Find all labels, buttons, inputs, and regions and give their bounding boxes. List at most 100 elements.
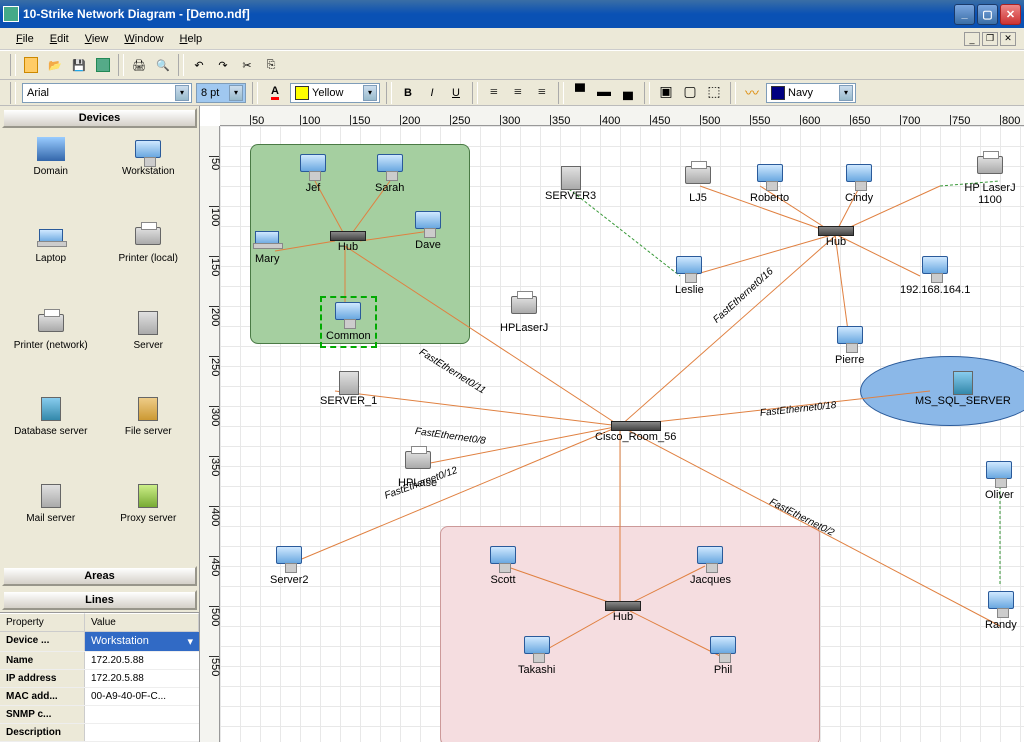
device-db-server[interactable]: Database server [4, 394, 98, 473]
node-hub3[interactable]: Hub [605, 601, 641, 623]
node-cindy[interactable]: Cindy [845, 164, 873, 204]
node-hub2[interactable]: Hub [818, 226, 854, 248]
cut-button[interactable]: ✂ [236, 54, 258, 76]
saveall-button[interactable] [92, 54, 114, 76]
device-workstation[interactable]: Workstation [102, 134, 196, 213]
node-jef[interactable]: Jef [300, 154, 326, 194]
node-hplaserj1100[interactable]: HP LaserJ 1100 [960, 156, 1020, 206]
device-server[interactable]: Server [102, 308, 196, 387]
font-size: 8 pt [201, 87, 229, 99]
line-style-button[interactable]: 〰 [742, 83, 762, 103]
device-printer-local[interactable]: Printer (local) [102, 221, 196, 300]
device-mail-server[interactable]: Mail server [4, 481, 98, 560]
node-common[interactable]: Common [320, 296, 377, 348]
bring-front-button[interactable]: ▣ [656, 83, 676, 103]
main-toolbar: 📂 💾 🖨 🔍 ↶ ↷ ✂ ⎘ [0, 50, 1024, 80]
open-button[interactable]: 📂 [44, 54, 66, 76]
device-proxy-server[interactable]: Proxy server [102, 481, 196, 560]
undo-button[interactable]: ↶ [188, 54, 210, 76]
node-jacques[interactable]: Jacques [690, 546, 731, 586]
node-hplase[interactable]: HPLase [398, 451, 437, 489]
save-button[interactable]: 💾 [68, 54, 90, 76]
node-mssql[interactable]: MS_SQL_SERVER [915, 371, 1011, 407]
redo-button[interactable]: ↷ [212, 54, 234, 76]
maximize-button[interactable]: ▢ [977, 4, 998, 25]
sidebar: Devices Domain Workstation Laptop Printe… [0, 106, 200, 742]
node-phil[interactable]: Phil [710, 636, 736, 676]
group-button[interactable]: ⬚ [704, 83, 724, 103]
prop-header-key[interactable]: Property [0, 613, 85, 631]
menu-help[interactable]: Help [172, 31, 211, 47]
menu-window[interactable]: Window [116, 31, 171, 47]
mdi-restore[interactable]: ❐ [982, 32, 998, 46]
copy-button[interactable]: ⎘ [260, 54, 282, 76]
menu-edit[interactable]: Edit [42, 31, 77, 47]
device-domain[interactable]: Domain [4, 134, 98, 213]
chevron-down-icon[interactable]: ▾ [175, 85, 189, 101]
node-oliver[interactable]: Oliver [985, 461, 1014, 501]
prop-header-val[interactable]: Value [85, 613, 199, 631]
minimize-button[interactable]: _ [954, 4, 975, 25]
font-combo[interactable]: Arial ▾ [22, 83, 192, 103]
new-button[interactable] [20, 54, 42, 76]
node-roberto[interactable]: Roberto [750, 164, 789, 204]
device-printer-network[interactable]: Printer (network) [4, 308, 98, 387]
node-cisco[interactable]: Cisco_Room_56 [595, 421, 676, 443]
mdi-minimize[interactable]: _ [964, 32, 980, 46]
devices-panel-header[interactable]: Devices [2, 108, 197, 128]
line-color-combo[interactable]: Navy ▾ [766, 83, 856, 103]
chevron-down-icon[interactable]: ▾ [839, 85, 853, 101]
valign-top-button[interactable]: ▀ [570, 83, 590, 103]
node-server2[interactable]: Server2 [270, 546, 309, 586]
prop-row[interactable]: Description [0, 724, 199, 742]
title-bar: 10-Strike Network Diagram - [Demo.ndf] _… [0, 0, 1024, 28]
underline-button[interactable]: U [446, 83, 466, 103]
node-server1[interactable]: SERVER_1 [320, 371, 377, 407]
italic-button[interactable]: I [422, 83, 442, 103]
window-title: 10-Strike Network Diagram - [Demo.ndf] [23, 7, 954, 21]
print-button[interactable]: 🖨 [128, 54, 150, 76]
valign-mid-button[interactable]: ▬ [594, 83, 614, 103]
node-server3[interactable]: SERVER3 [545, 166, 596, 202]
align-right-button[interactable]: ≡ [532, 83, 552, 103]
node-pierre[interactable]: Pierre [835, 326, 864, 366]
node-lj5[interactable]: LJ5 [685, 166, 711, 204]
diagram-canvas[interactable]: FastEthernet0/11 FastEthernet0/8 FastEth… [220, 126, 1024, 742]
prop-row[interactable]: Device ...Workstation ▾ [0, 632, 199, 652]
fontsize-combo[interactable]: 8 pt ▾ [196, 83, 246, 103]
prop-row[interactable]: SNMP c... [0, 706, 199, 724]
device-laptop[interactable]: Laptop [4, 221, 98, 300]
chevron-down-icon[interactable]: ▾ [363, 85, 377, 101]
prop-row[interactable]: Name172.20.5.88 [0, 652, 199, 670]
prop-row[interactable]: IP address172.20.5.88 [0, 670, 199, 688]
device-file-server[interactable]: File server [102, 394, 196, 473]
prop-row[interactable]: MAC add...00-A9-40-0F-C... [0, 688, 199, 706]
valign-bot-button[interactable]: ▄ [618, 83, 638, 103]
node-mary[interactable]: Mary [255, 231, 279, 265]
lines-panel-header[interactable]: Lines [2, 590, 197, 610]
line-color-name: Navy [788, 87, 839, 99]
node-takashi[interactable]: Takashi [518, 636, 555, 676]
node-randy[interactable]: Randy [985, 591, 1017, 631]
node-hplaserj[interactable]: HPLaserJ [500, 296, 548, 334]
node-hub1[interactable]: Hub [330, 231, 366, 253]
chevron-down-icon[interactable]: ▾ [229, 85, 243, 101]
node-scott[interactable]: Scott [490, 546, 516, 586]
areas-panel-header[interactable]: Areas [2, 566, 197, 586]
close-button[interactable]: ✕ [1000, 4, 1021, 25]
node-sarah[interactable]: Sarah [375, 154, 404, 194]
menu-view[interactable]: View [77, 31, 117, 47]
preview-button[interactable]: 🔍 [152, 54, 174, 76]
mdi-close[interactable]: ✕ [1000, 32, 1016, 46]
align-center-button[interactable]: ≡ [508, 83, 528, 103]
node-leslie[interactable]: Leslie [675, 256, 704, 296]
format-toolbar: Arial ▾ 8 pt ▾ A Yellow ▾ B I U ≡ ≡ ≡ ▀ … [0, 80, 1024, 106]
align-left-button[interactable]: ≡ [484, 83, 504, 103]
node-ip164[interactable]: 192.168.164.1 [900, 256, 970, 296]
send-back-button[interactable]: ▢ [680, 83, 700, 103]
node-dave[interactable]: Dave [415, 211, 441, 251]
bold-button[interactable]: B [398, 83, 418, 103]
font-color-button[interactable]: A [264, 82, 286, 104]
fill-color-combo[interactable]: Yellow ▾ [290, 83, 380, 103]
menu-file[interactable]: File [8, 31, 42, 47]
